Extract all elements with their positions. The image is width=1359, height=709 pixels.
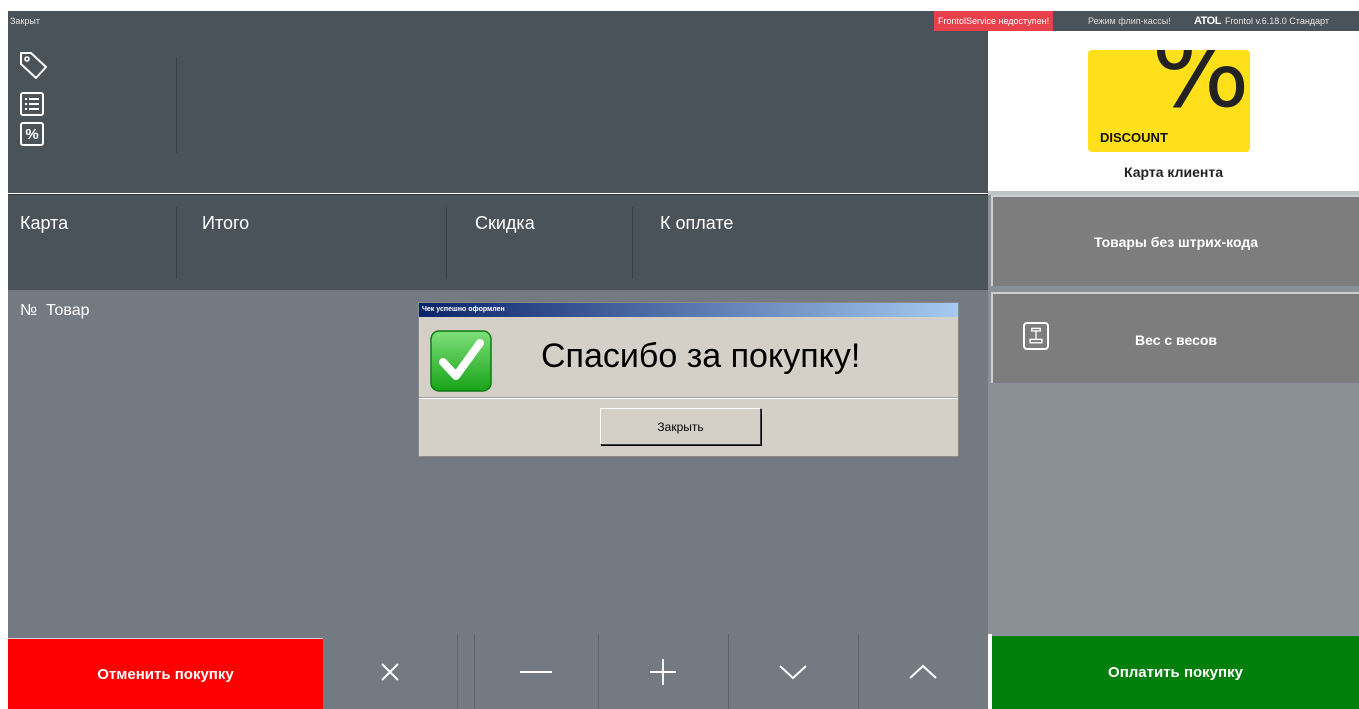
- dialog-title: Чек успешно оформлен: [419, 303, 958, 317]
- discount-card-image: % DISCOUNT: [1088, 50, 1250, 152]
- scroll-up-button[interactable]: [858, 634, 988, 709]
- weight-label: Вес с весов: [1134, 332, 1218, 348]
- close-icon: [381, 662, 399, 681]
- weight-from-scale-button[interactable]: Вес с весов: [991, 292, 1359, 383]
- status-bar: Закрыт FrontolService недоступен! Режим …: [8, 11, 1359, 31]
- scroll-down-button[interactable]: [728, 634, 858, 709]
- dialog-message: Спасибо за покупку!: [541, 337, 861, 375]
- side-icon-bar: %: [18, 49, 58, 146]
- client-card-label: Карта клиента: [1124, 164, 1223, 180]
- divider: [632, 207, 633, 279]
- receipt-success-dialog: Чек успешно оформлен Спасибо за покупку!…: [418, 302, 959, 457]
- list-lines-icon: [25, 98, 39, 110]
- chevron-up-icon: [909, 664, 937, 679]
- chevron-down-icon: [779, 664, 807, 679]
- divider: [457, 634, 458, 709]
- receipt-list-icon[interactable]: [20, 92, 44, 116]
- cancel-purchase-button[interactable]: Отменить покупку: [8, 638, 323, 709]
- divider: [176, 207, 177, 279]
- client-card-button[interactable]: % DISCOUNT Карта клиента: [988, 31, 1359, 191]
- column-header-number: №: [20, 302, 38, 319]
- total-label: Итого: [202, 213, 250, 233]
- flip-mode-label: Режим флип-кассы!: [1088, 16, 1171, 26]
- discount-word: DISCOUNT: [1100, 130, 1168, 145]
- increase-quantity-button[interactable]: [598, 634, 728, 709]
- pos-screen: Закрыт FrontolService недоступен! Режим …: [0, 0, 1359, 709]
- receipt-header-panel: %: [8, 31, 988, 193]
- to-pay-label: К оплате: [660, 213, 734, 233]
- percent-icon[interactable]: %: [20, 122, 44, 146]
- right-panel: % DISCOUNT Карта клиента Товары без штри…: [988, 31, 1359, 709]
- tag-icon[interactable]: [18, 49, 48, 81]
- bottom-toolbar: Отменить покупку: [8, 634, 988, 709]
- pay-purchase-button[interactable]: Оплатить покупку: [992, 636, 1359, 709]
- close-button[interactable]: Закрыть: [600, 408, 761, 445]
- divider: [176, 57, 177, 153]
- brand-info: ATOL Frontol v.6.18.0 Стандарт: [1194, 11, 1329, 31]
- discount-label: Скидка: [475, 213, 535, 233]
- percent-symbol: %: [1151, 50, 1250, 131]
- divider: [446, 207, 447, 279]
- no-barcode-label: Товары без штрих-кода: [1093, 234, 1259, 250]
- atol-logo: ATOL: [1194, 15, 1221, 27]
- column-header-product: Товар: [46, 302, 90, 319]
- service-warning-badge: FrontolService недоступен!: [934, 11, 1054, 31]
- version-label: Frontol v.6.18.0 Стандарт: [1224, 16, 1329, 26]
- card-label: Карта: [20, 213, 69, 233]
- totals-panel: Карта Итого Скидка К оплате: [8, 194, 988, 290]
- delete-item-button[interactable]: [323, 634, 457, 709]
- minus-icon: [520, 670, 552, 673]
- check-mark-icon: [430, 330, 492, 392]
- no-barcode-goods-button[interactable]: Товары без штрих-кода: [991, 195, 1359, 286]
- decrease-quantity-button[interactable]: [474, 634, 598, 709]
- register-state: Закрыт: [10, 16, 40, 26]
- plus-icon: [650, 658, 676, 685]
- dialog-divider: [419, 397, 958, 399]
